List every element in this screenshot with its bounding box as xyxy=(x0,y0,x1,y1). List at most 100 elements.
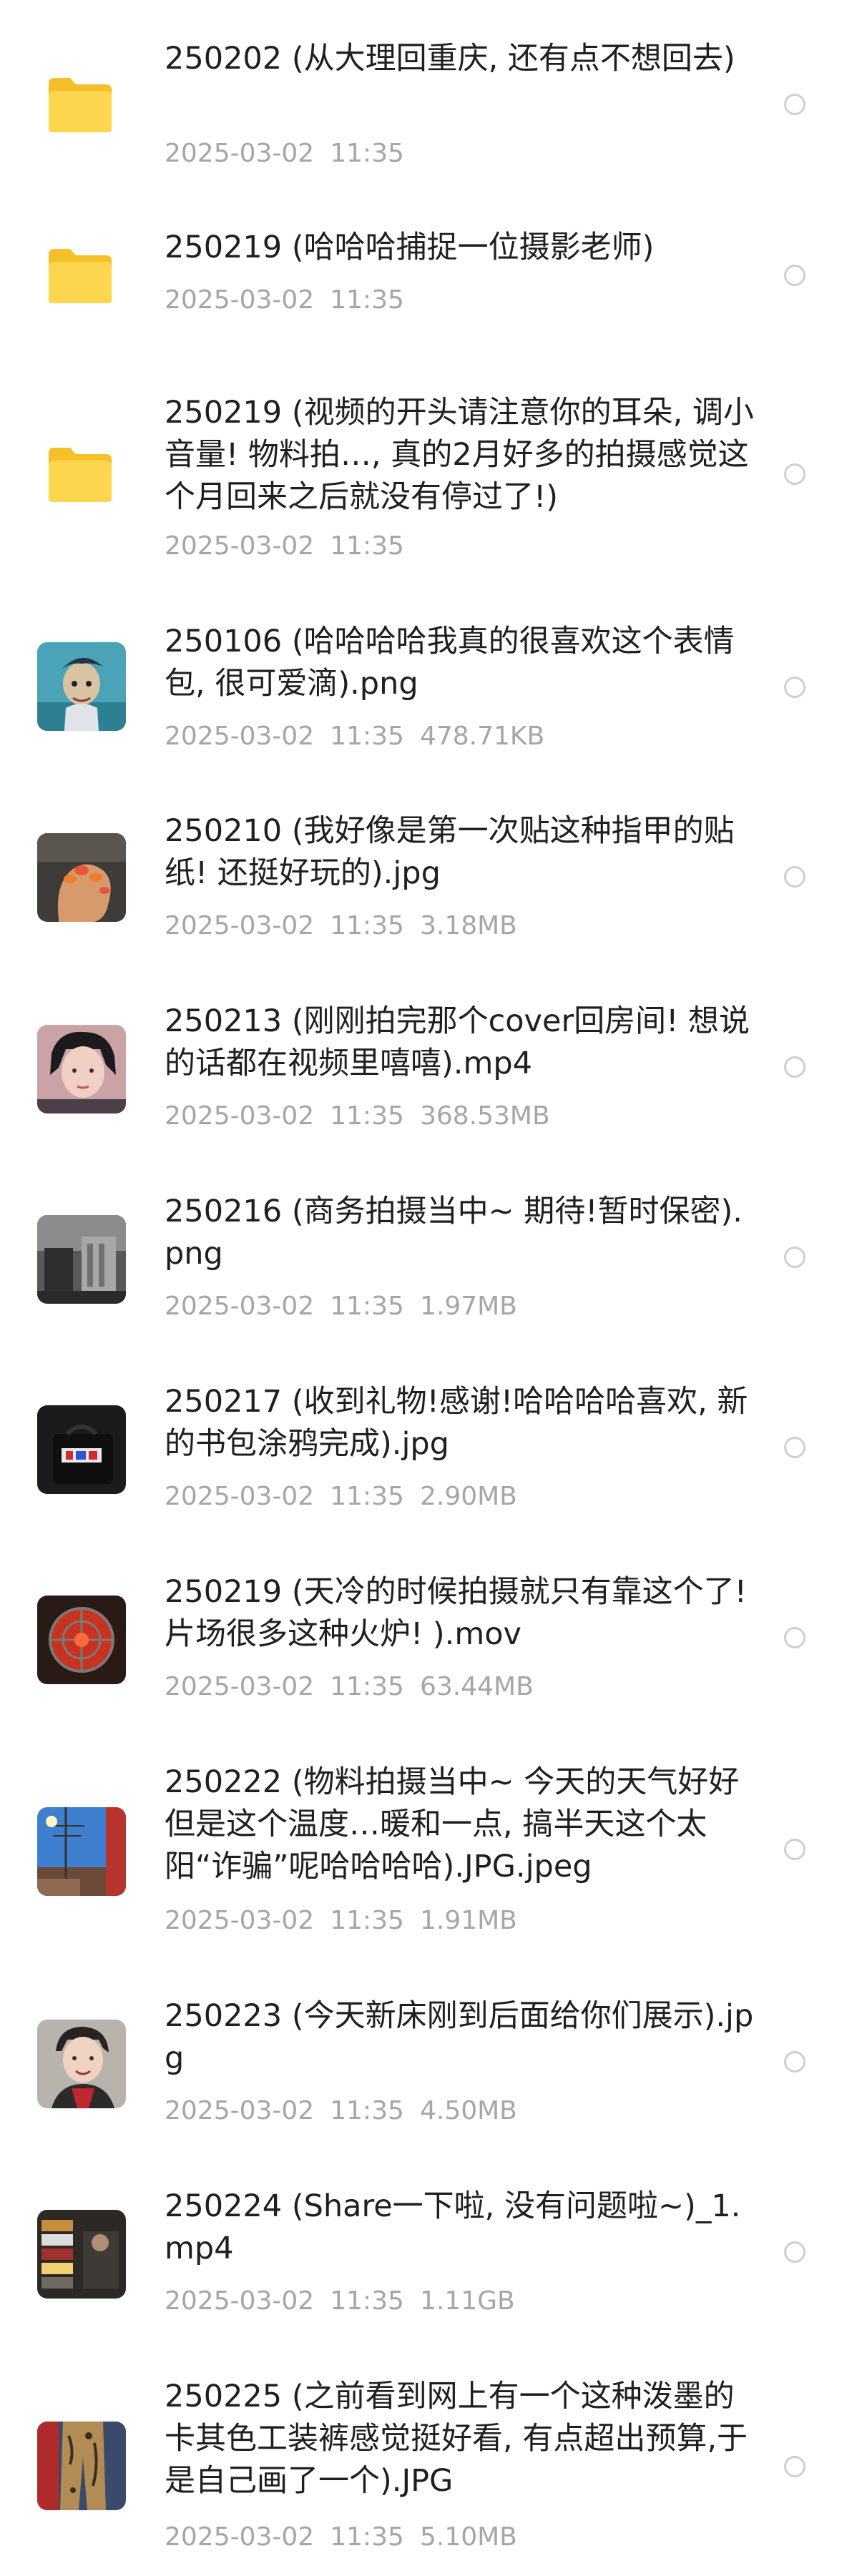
file-meta: 2025-03-02 11:35 xyxy=(165,531,404,562)
file-name: 250219 (视频的开头请注意你的耳朵, 调小音量! 物料拍…, 真的2月好多… xyxy=(165,395,754,515)
image-thumbnail xyxy=(37,642,126,731)
list-item[interactable]: 250210 (我好像是第一次贴这种指甲的贴纸! 还挺好玩的).jpg 2025… xyxy=(0,797,857,988)
image-thumbnail xyxy=(37,833,126,922)
file-name: 250224 (Share一下啦, 没有问题啦~)_1.mp4 xyxy=(165,2188,741,2266)
video-thumbnail xyxy=(37,1596,126,1684)
list-item[interactable]: 250225 (之前看到网上有一个这种泼墨的卡其色工装裤感觉挺好看, 有点超出预… xyxy=(0,2363,857,2576)
list-item[interactable]: 250202 (从大理回重庆, 还有点不想回去) 2025-03-02 11:35 xyxy=(0,0,857,168)
file-list: 250202 (从大理回重庆, 还有点不想回去) 2025-03-02 11:35… xyxy=(0,0,857,2576)
folder-icon xyxy=(46,245,114,306)
select-radio[interactable] xyxy=(784,677,805,698)
file-meta: 2025-03-02 11:35 1.11GB xyxy=(165,2286,515,2317)
file-size: 4.50MB xyxy=(419,2096,517,2125)
select-radio[interactable] xyxy=(784,1437,805,1458)
select-radio[interactable] xyxy=(784,265,805,286)
file-date: 2025-03-02 xyxy=(165,1101,315,1131)
select-radio[interactable] xyxy=(784,1627,805,1648)
file-name: 250202 (从大理回重庆, 还有点不想回去) xyxy=(165,41,735,77)
list-item[interactable]: 250219 (哈哈哈捕捉一位摄影老师) 2025-03-02 11:35 xyxy=(0,168,857,336)
list-item[interactable]: 250106 (哈哈哈哈我真的很喜欢这个表情包, 很可爱滴).png 2025-… xyxy=(0,608,857,797)
select-radio[interactable] xyxy=(784,1247,805,1268)
select-radio[interactable] xyxy=(784,866,805,888)
file-name: 250219 (天冷的时候拍摄就只有靠这个了! 片场很多这种火炉! ).mov xyxy=(165,1574,747,1652)
file-meta: 2025-03-02 11:35 63.44MB xyxy=(165,1671,534,1703)
file-time: 11:35 xyxy=(330,1292,404,1321)
file-meta: 2025-03-02 11:35 3.18MB xyxy=(165,910,517,942)
file-name: 250216 (商务拍摄当中~ 期待!暂时保密).png xyxy=(165,1194,743,1272)
file-name: 250213 (刚刚拍完那个cover回房间! 想说的话都在视频里嘻嘻).mp4 xyxy=(165,1003,750,1081)
list-item[interactable]: 250222 (物料拍摄当中~ 今天的天气好好 但是这个温度…暖和一点, 搞半天… xyxy=(0,1749,857,1982)
file-name: 250219 (哈哈哈捕捉一位摄影老师) xyxy=(165,230,655,265)
file-meta: 2025-03-02 11:35 2.90MB xyxy=(165,1481,517,1513)
file-time: 11:35 xyxy=(330,1101,404,1131)
file-meta: 2025-03-02 11:35 5.10MB xyxy=(165,2522,517,2553)
video-thumbnail xyxy=(37,2210,126,2299)
file-date: 2025-03-02 xyxy=(165,911,315,940)
folder-icon xyxy=(46,74,114,135)
list-item[interactable]: 250213 (刚刚拍完那个cover回房间! 想说的话都在视频里嘻嘻).mp4… xyxy=(0,988,857,1178)
list-item[interactable]: 250224 (Share一下啦, 没有问题啦~)_1.mp4 2025-03-… xyxy=(0,2173,857,2363)
file-time: 11:35 xyxy=(330,2096,404,2125)
select-radio[interactable] xyxy=(784,2241,805,2263)
file-name: 250225 (之前看到网上有一个这种泼墨的卡其色工装裤感觉挺好看, 有点超出预… xyxy=(165,2379,748,2499)
select-radio[interactable] xyxy=(784,1839,805,1860)
file-size: 478.71KB xyxy=(419,722,545,751)
list-item[interactable]: 250219 (天冷的时候拍摄就只有靠这个了! 片场很多这种火炉! ).mov … xyxy=(0,1558,857,1749)
select-radio[interactable] xyxy=(784,1056,805,1078)
file-meta: 2025-03-02 11:35 1.97MB xyxy=(165,1291,517,1322)
file-time: 11:35 xyxy=(330,1672,404,1701)
image-thumbnail xyxy=(37,1405,126,1494)
video-thumbnail xyxy=(37,1025,126,1114)
image-thumbnail xyxy=(37,2020,126,2108)
select-radio[interactable] xyxy=(784,463,805,485)
file-name: 250210 (我好像是第一次贴这种指甲的贴纸! 还挺好玩的).jpg xyxy=(165,813,735,891)
file-time: 11:35 xyxy=(330,1482,404,1511)
file-date: 2025-03-02 xyxy=(165,1672,315,1701)
list-item[interactable]: 250219 (视频的开头请注意你的耳朵, 调小音量! 物料拍…, 真的2月好多… xyxy=(0,336,857,608)
file-time: 11:35 xyxy=(330,285,404,315)
image-thumbnail xyxy=(37,1215,126,1304)
file-date: 2025-03-02 xyxy=(165,2096,315,2125)
file-date: 2025-03-02 xyxy=(165,139,315,168)
file-date: 2025-03-02 xyxy=(165,2522,315,2552)
file-meta: 2025-03-02 11:35 1.91MB xyxy=(165,1905,517,1937)
select-radio[interactable] xyxy=(784,2051,805,2073)
file-size: 1.11GB xyxy=(419,2286,515,2316)
list-item[interactable]: 250223 (今天新床刚到后面给你们展示).jpg 2025-03-02 11:… xyxy=(0,1982,857,2173)
file-time: 11:35 xyxy=(330,2522,404,2552)
file-time: 11:35 xyxy=(330,722,404,751)
file-time: 11:35 xyxy=(330,531,404,561)
file-name: 250217 (收到礼物!感谢!哈哈哈哈喜欢, 新的书包涂鸦完成).jpg xyxy=(165,1384,748,1462)
select-radio[interactable] xyxy=(784,2456,805,2477)
file-date: 2025-03-02 xyxy=(165,1292,315,1321)
file-date: 2025-03-02 xyxy=(165,2286,315,2316)
file-meta: 2025-03-02 11:35 478.71KB xyxy=(165,721,544,752)
file-size: 63.44MB xyxy=(419,1672,534,1701)
file-size: 1.97MB xyxy=(419,1292,517,1321)
file-size: 2.90MB xyxy=(419,1482,517,1511)
folder-icon xyxy=(46,443,114,505)
select-radio[interactable] xyxy=(784,94,805,115)
list-item[interactable]: 250217 (收到礼物!感谢!哈哈哈哈喜欢, 新的书包涂鸦完成).jpg 20… xyxy=(0,1368,857,1558)
file-name: 250106 (哈哈哈哈我真的很喜欢这个表情包, 很可爱滴).png xyxy=(165,624,735,702)
file-size: 5.10MB xyxy=(419,2522,517,2552)
file-size: 1.91MB xyxy=(419,1906,517,1935)
file-size: 368.53MB xyxy=(419,1101,550,1131)
file-meta: 2025-03-02 11:35 368.53MB xyxy=(165,1101,550,1132)
file-date: 2025-03-02 xyxy=(165,1906,315,1935)
image-thumbnail xyxy=(37,1807,126,1896)
file-date: 2025-03-02 xyxy=(165,285,315,315)
file-name: 250223 (今天新床刚到后面给你们展示).jpg xyxy=(165,1998,754,2076)
list-item[interactable]: 250216 (商务拍摄当中~ 期待!暂时保密).png 2025-03-02 1… xyxy=(0,1178,857,1368)
file-time: 11:35 xyxy=(330,139,404,168)
file-time: 11:35 xyxy=(330,1906,404,1935)
file-size: 3.18MB xyxy=(419,911,517,940)
file-meta: 2025-03-02 11:35 4.50MB xyxy=(165,2095,517,2127)
image-thumbnail xyxy=(37,2422,126,2510)
file-time: 11:35 xyxy=(330,911,404,940)
file-name: 250222 (物料拍摄当中~ 今天的天气好好 但是这个温度…暖和一点, 搞半天… xyxy=(165,1764,740,1884)
file-date: 2025-03-02 xyxy=(165,722,315,751)
file-date: 2025-03-02 xyxy=(165,531,315,561)
file-meta: 2025-03-02 11:35 xyxy=(165,285,404,316)
file-meta: 2025-03-02 11:35 xyxy=(165,138,404,169)
